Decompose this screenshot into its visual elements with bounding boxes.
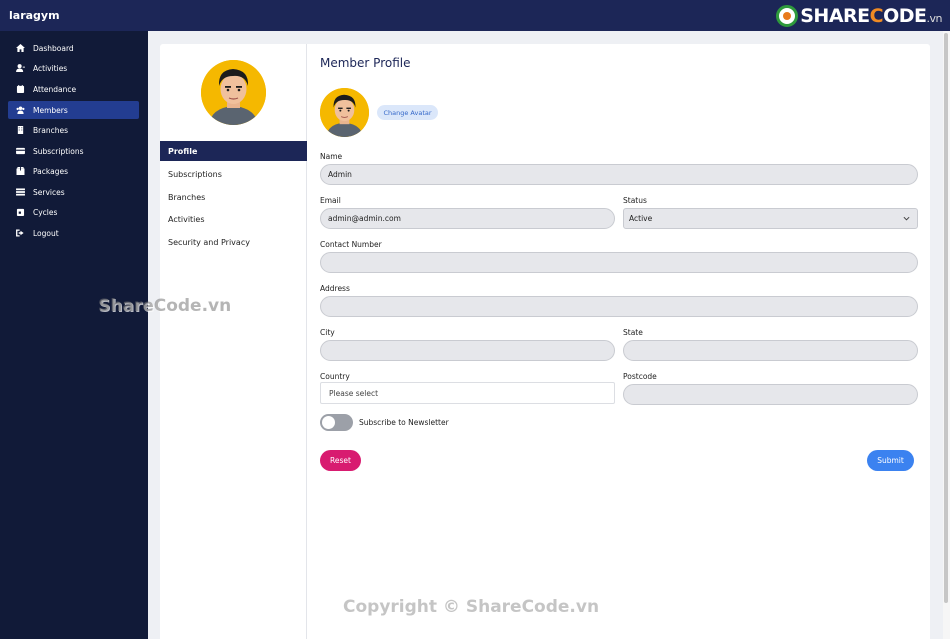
profile-menu-pane: [160, 44, 307, 639]
email-field[interactable]: admin@admin.com: [320, 208, 615, 229]
state-label: State: [623, 328, 643, 337]
profile-menu-branches[interactable]: Branches: [160, 187, 307, 207]
email-label: Email: [320, 196, 341, 205]
top-navbar: laragym SHARECODE.vn: [0, 0, 950, 31]
sidebar-item-activities[interactable]: Activities: [8, 59, 139, 77]
calendar-day-icon: [16, 208, 25, 216]
building-icon: [16, 126, 25, 134]
watermark-copyright: Copyright © ShareCode.vn: [343, 597, 600, 617]
sharecode-logo: SHARECODE.vn: [776, 4, 943, 28]
sidebar-item-cycles[interactable]: Cycles: [8, 203, 139, 221]
sidebar-item-members[interactable]: Members: [8, 101, 139, 119]
profile-menu-profile[interactable]: Profile: [160, 141, 307, 161]
city-field[interactable]: [320, 340, 615, 361]
profile-menu-security[interactable]: Security and Privacy: [160, 232, 307, 252]
server-icon: [16, 188, 25, 196]
sidebar-item-attendance[interactable]: Attendance: [8, 80, 139, 98]
contact-field[interactable]: [320, 252, 918, 273]
sidebar-item-label: Attendance: [33, 84, 77, 94]
sidebar-item-label: Subscriptions: [33, 146, 84, 156]
state-field[interactable]: [623, 340, 918, 361]
sidebar-item-label: Activities: [33, 63, 68, 73]
sidebar-item-branches[interactable]: Branches: [8, 121, 139, 139]
sharecode-logo-icon: [776, 5, 799, 27]
address-field[interactable]: [320, 296, 918, 317]
sidebar-item-services[interactable]: Services: [8, 183, 139, 201]
scrollbar-thumb[interactable]: [944, 33, 948, 603]
sidebar-item-packages[interactable]: Packages: [8, 162, 139, 180]
sidebar-item-label: Members: [33, 105, 68, 115]
app-brand[interactable]: laragym: [9, 9, 60, 22]
chevron-down-icon: [903, 216, 910, 221]
profile-menu-activities[interactable]: Activities: [160, 209, 307, 229]
page-scrollbar[interactable]: [943, 31, 950, 639]
profile-menu-label: Security and Privacy: [168, 237, 250, 247]
watermark-left: ShareCode.vn: [98, 296, 232, 316]
calendar-icon: [16, 85, 25, 93]
sidebar-item-subscriptions[interactable]: Subscriptions: [8, 142, 139, 160]
sign-out-icon: [16, 229, 25, 237]
address-label: Address: [320, 284, 350, 293]
users-icon: [16, 106, 25, 114]
sidebar-item-label: Branches: [33, 125, 68, 135]
profile-menu-label: Subscriptions: [168, 169, 222, 179]
city-label: City: [320, 328, 335, 337]
country-label: Country: [320, 372, 350, 381]
profile-menu-subscriptions[interactable]: Subscriptions: [160, 164, 307, 184]
toggle-knob: [322, 416, 335, 429]
sidebar-item-label: Cycles: [33, 207, 58, 217]
profile-avatar: [201, 60, 266, 125]
status-select-value: Active: [629, 214, 653, 223]
country-select[interactable]: Please select: [320, 382, 615, 404]
sidebar-item-label: Packages: [33, 166, 68, 176]
box-icon: [16, 167, 25, 175]
sharecode-logo-text: SHARECODE.vn: [800, 5, 942, 27]
sidebar-item-logout[interactable]: Logout: [8, 224, 139, 242]
sidebar-item-label: Dashboard: [33, 43, 74, 53]
user-activity-icon: [16, 64, 25, 72]
home-icon: [16, 44, 25, 52]
postcode-field[interactable]: [623, 384, 918, 405]
newsletter-toggle[interactable]: [320, 414, 353, 431]
change-avatar-button[interactable]: Change Avatar: [377, 105, 438, 120]
profile-menu-label: Branches: [168, 192, 206, 202]
newsletter-label: Subscribe to Newsletter: [359, 418, 449, 427]
credit-card-icon: [16, 147, 25, 155]
status-select[interactable]: Active: [623, 208, 918, 229]
status-label: Status: [623, 196, 647, 205]
sidebar-item-dashboard[interactable]: Dashboard: [8, 39, 139, 57]
postcode-label: Postcode: [623, 372, 657, 381]
profile-menu-label: Activities: [168, 214, 205, 224]
profile-menu-label: Profile: [168, 146, 198, 156]
name-field[interactable]: Admin: [320, 164, 918, 185]
reset-button[interactable]: Reset: [320, 450, 361, 471]
name-label: Name: [320, 152, 343, 161]
page-title: Member Profile: [320, 56, 411, 70]
sidebar-item-label: Logout: [33, 228, 59, 238]
contact-label: Contact Number: [320, 240, 382, 249]
submit-button[interactable]: Submit: [867, 450, 914, 471]
country-placeholder: Please select: [329, 388, 379, 398]
avatar-preview: [320, 88, 369, 137]
sidebar-item-label: Services: [33, 187, 65, 197]
